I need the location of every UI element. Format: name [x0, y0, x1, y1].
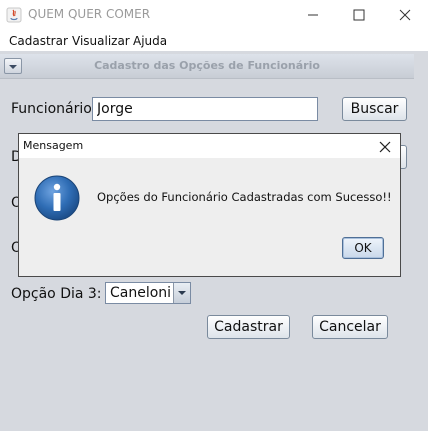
- maximize-button[interactable]: [336, 0, 382, 30]
- menu-bar: Cadastrar Visualizar Ajuda: [0, 30, 428, 51]
- internal-frame-title: Cadastro das Opções de Funcionário: [94, 59, 320, 72]
- minimize-icon: [308, 14, 318, 16]
- close-button[interactable]: [382, 0, 428, 30]
- opcao-dia3-value: Caneloni: [110, 285, 172, 301]
- internal-frame-titlebar[interactable]: Cadastro das Opções de Funcionário: [0, 54, 414, 79]
- ok-button[interactable]: OK: [342, 237, 384, 259]
- message-dialog: Mensagem Opções do Funcionário Cadastrad…: [18, 133, 401, 277]
- cancelar-button[interactable]: Cancelar: [312, 315, 388, 339]
- menu-visualizar[interactable]: Visualizar: [72, 34, 130, 48]
- funcionario-label: Funcionário:: [11, 101, 97, 117]
- dialog-titlebar[interactable]: Mensagem: [19, 134, 400, 158]
- title-bar[interactable]: QUEM QUER COMER: [0, 0, 428, 30]
- info-icon: [33, 174, 81, 222]
- cadastrar-button[interactable]: Cadastrar: [207, 315, 290, 339]
- java-app-icon: [6, 7, 22, 23]
- funcionario-input[interactable]: [92, 97, 318, 121]
- dialog-message: Opções do Funcionário Cadastradas com Su…: [97, 190, 392, 204]
- close-icon: [379, 141, 391, 153]
- dialog-title: Mensagem: [23, 139, 84, 152]
- opcao-dia3-label: Opção Dia 3:: [11, 286, 102, 302]
- chevron-down-icon: [178, 291, 186, 295]
- menu-ajuda[interactable]: Ajuda: [133, 34, 167, 48]
- minimize-button[interactable]: [290, 0, 336, 30]
- window-title: QUEM QUER COMER: [28, 7, 151, 21]
- menu-cadastrar[interactable]: Cadastrar: [9, 34, 68, 48]
- dialog-close-button[interactable]: [378, 139, 392, 153]
- buscar-button[interactable]: Buscar: [342, 97, 407, 121]
- maximize-icon: [353, 9, 365, 21]
- close-icon: [399, 9, 411, 21]
- app-window: QUEM QUER COMER Cadastrar Visualizar Aju…: [0, 0, 428, 431]
- dropdown-arrow[interactable]: [173, 283, 190, 303]
- opcao-dia3-select[interactable]: Caneloni: [105, 282, 191, 304]
